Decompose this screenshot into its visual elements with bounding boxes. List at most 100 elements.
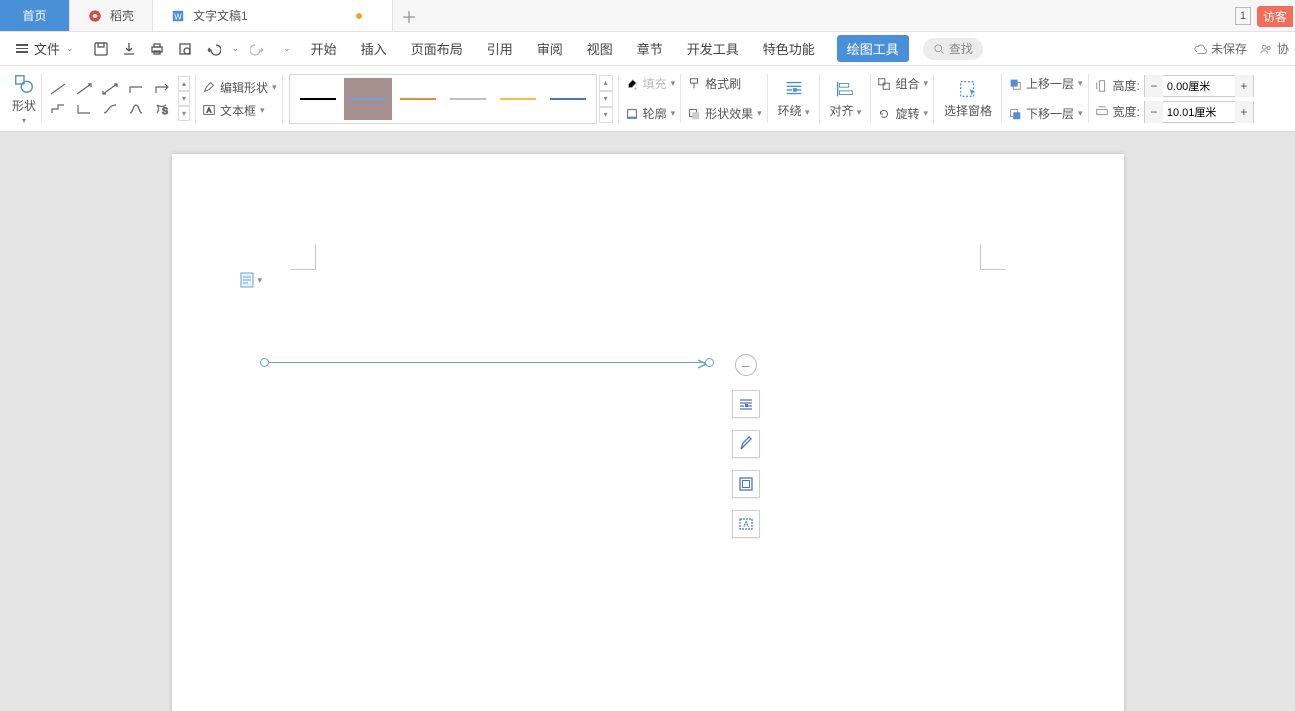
text-annotate-button[interactable]: A [732, 510, 760, 538]
gallery-down-icon[interactable]: ▾ [178, 91, 190, 106]
unsaved-indicator[interactable]: 未保存 [1193, 40, 1247, 57]
width-minus-button[interactable]: − [1145, 101, 1163, 123]
selection-pane-button[interactable]: 选择窗格 [940, 78, 996, 119]
search-input[interactable]: 查找 [923, 38, 983, 60]
save-icon[interactable] [92, 40, 110, 58]
shape-effect-button[interactable]: 形状效果▾ [687, 102, 762, 126]
wrap-button[interactable]: 环绕 ▾ [774, 78, 814, 119]
tab-document-label: 文字文稿1 [193, 7, 248, 24]
tab-start[interactable]: 开始 [309, 35, 339, 62]
send-backward-button[interactable]: 下移一层▾ [1008, 102, 1083, 126]
new-tab-button[interactable]: ＋ [393, 0, 425, 31]
search-placeholder: 查找 [949, 40, 973, 57]
output-icon[interactable] [120, 40, 138, 58]
visitor-badge[interactable]: 访客 [1257, 6, 1293, 27]
tab-insert[interactable]: 插入 [359, 35, 389, 62]
format-painter-button[interactable]: 格式刷 [687, 72, 762, 96]
gallery-more-icon[interactable]: ▾ [178, 106, 190, 121]
resize-handle-right[interactable] [705, 358, 714, 367]
width-label: 宽度: [1113, 103, 1140, 120]
document-canvas[interactable]: ▾ – A [0, 132, 1295, 711]
insert-shape-label: 形状 [12, 97, 36, 114]
edit-pencil-button[interactable] [732, 430, 760, 458]
edit-shape-button[interactable]: 编辑形状▾ [202, 79, 277, 96]
bring-forward-button[interactable]: 上移一层▾ [1008, 72, 1083, 96]
paragraph-options-button[interactable]: ▾ [240, 272, 263, 288]
style-swatch-3[interactable] [394, 78, 442, 120]
tab-document[interactable]: W 文字文稿1 [153, 0, 393, 31]
tab-counter[interactable]: 1 [1235, 7, 1251, 25]
selected-arrow-shape[interactable] [260, 358, 714, 368]
undo-icon[interactable] [204, 40, 222, 58]
tab-shell[interactable]: 稻壳 [70, 0, 153, 31]
outline-icon [625, 107, 639, 121]
hamburger-icon [16, 44, 28, 53]
style-swatch-5[interactable] [494, 78, 542, 120]
send-backward-label: 下移一层 [1026, 105, 1074, 122]
style-swatch-4[interactable] [444, 78, 492, 120]
undo-dropdown-icon[interactable]: ⌄ [232, 43, 240, 54]
tab-drawing-tools[interactable]: 绘图工具 [837, 35, 909, 62]
plus-icon: ＋ [401, 4, 417, 28]
line-shape-5[interactable] [152, 81, 172, 97]
qat-more-icon[interactable]: ⌄ [283, 43, 291, 54]
wrap-label: 环绕 [778, 104, 802, 118]
redo-icon[interactable] [249, 40, 267, 58]
width-input[interactable] [1163, 102, 1235, 122]
width-spinner[interactable]: − + [1144, 101, 1254, 123]
tab-view[interactable]: 视图 [585, 35, 615, 62]
tab-devtools[interactable]: 开发工具 [685, 35, 741, 62]
text-box-label: 文本框 [220, 102, 256, 119]
height-minus-button[interactable]: − [1145, 75, 1163, 97]
style-swatch-1[interactable] [294, 78, 342, 120]
line-shape-3[interactable] [100, 81, 120, 97]
print-preview-icon[interactable] [176, 40, 194, 58]
style-swatch-6[interactable] [544, 78, 592, 120]
tab-special[interactable]: 特色功能 [761, 35, 817, 62]
rotate-button[interactable]: 旋转▾ [877, 102, 928, 126]
line-shape-6[interactable] [48, 101, 68, 117]
text-box-button[interactable]: A 文本框▾ [202, 102, 277, 119]
insert-shape-button[interactable]: 形状 ▾ [12, 73, 36, 125]
file-menu-button[interactable]: 文件 ⌄ [8, 39, 82, 58]
frame-button[interactable] [732, 470, 760, 498]
layout-options-button[interactable] [732, 390, 760, 418]
ribbon-tabs: 开始 插入 页面布局 引用 审阅 视图 章节 开发工具 特色功能 绘图工具 [309, 35, 909, 62]
edit-shape-icon [202, 80, 216, 94]
document-page[interactable]: ▾ – A [172, 154, 1124, 711]
collaborate-button[interactable]: 协 [1259, 40, 1289, 57]
print-icon[interactable] [148, 40, 166, 58]
style-down-icon[interactable]: ▾ [599, 91, 613, 107]
collapse-toolbar-button[interactable]: – [735, 354, 757, 376]
height-plus-button[interactable]: + [1235, 75, 1253, 97]
line-shape-10[interactable]: S [152, 101, 172, 117]
line-shape-8[interactable] [100, 101, 120, 117]
tab-reference[interactable]: 引用 [485, 35, 515, 62]
style-swatch-2[interactable] [344, 78, 392, 120]
outline-button[interactable]: 轮廓▾ [625, 102, 676, 126]
height-input[interactable] [1163, 76, 1235, 96]
line-shape-1[interactable] [48, 81, 68, 97]
resize-handle-left[interactable] [260, 358, 269, 367]
line-shape-2[interactable] [74, 81, 94, 97]
line-shape-4[interactable] [126, 81, 146, 97]
line-shape-7[interactable] [74, 101, 94, 117]
gallery-up-icon[interactable]: ▴ [178, 76, 190, 91]
send-backward-icon [1008, 107, 1022, 121]
style-more-icon[interactable]: ▾ [599, 107, 613, 123]
svg-text:A: A [207, 108, 212, 115]
line-shapes-gallery: S [48, 81, 172, 117]
tab-chapter[interactable]: 章节 [635, 35, 665, 62]
tab-review[interactable]: 审阅 [535, 35, 565, 62]
svg-text:S: S [162, 106, 168, 116]
tab-layout[interactable]: 页面布局 [409, 35, 465, 62]
width-plus-button[interactable]: + [1235, 101, 1253, 123]
text-annotate-icon: A [738, 516, 754, 532]
group-button[interactable]: 组合▾ [877, 72, 928, 96]
tab-home[interactable]: 首页 [0, 0, 70, 31]
fill-button[interactable]: 填充▾ [625, 72, 676, 96]
align-button[interactable]: 对齐 ▾ [826, 78, 866, 119]
line-shape-9[interactable] [126, 101, 146, 117]
height-spinner[interactable]: − + [1144, 75, 1254, 97]
style-up-icon[interactable]: ▴ [599, 75, 613, 91]
